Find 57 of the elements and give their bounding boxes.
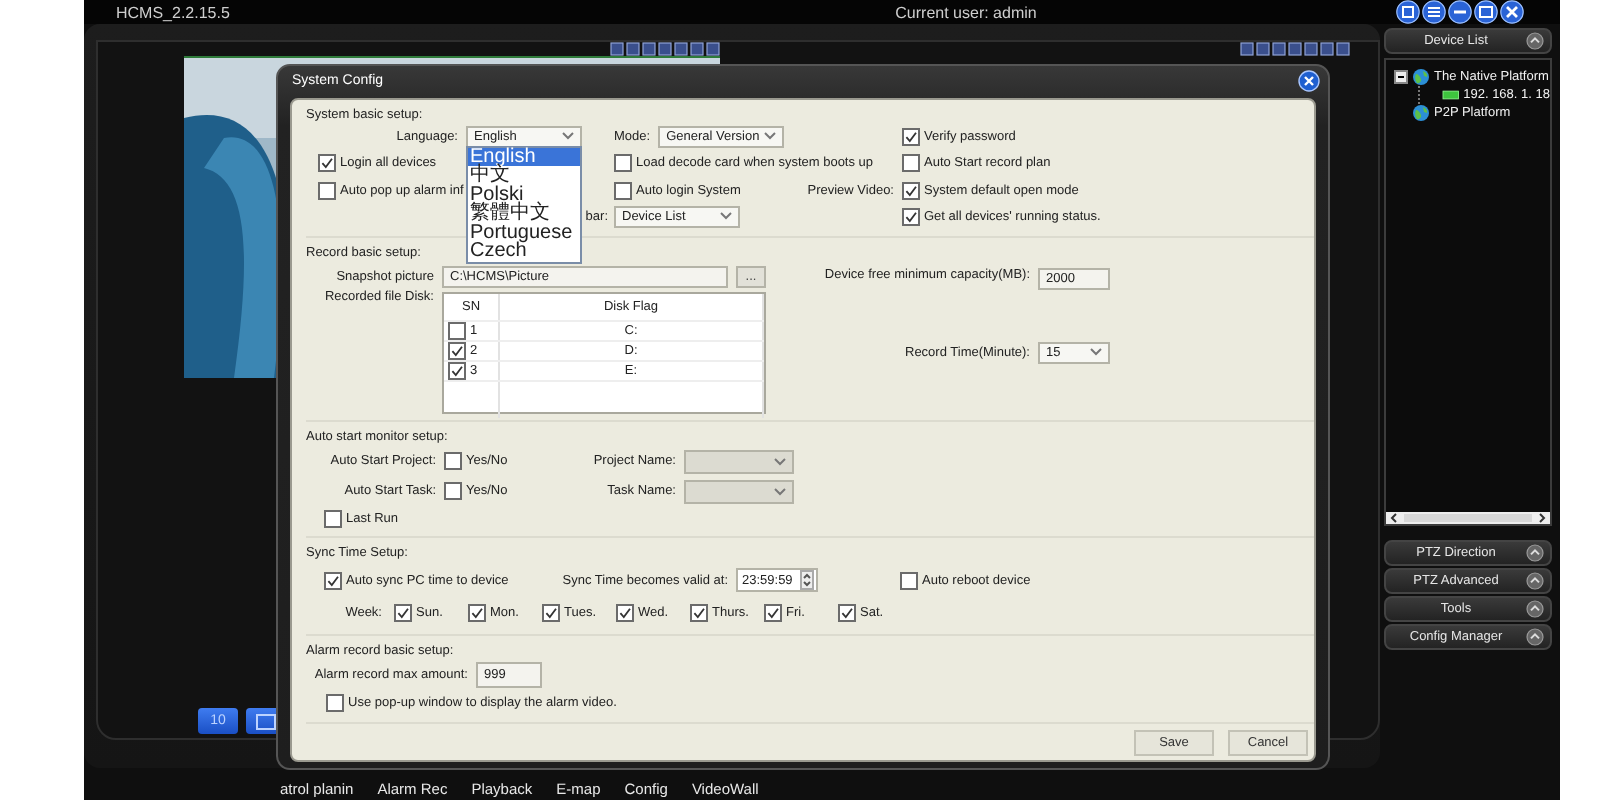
checkbox[interactable] <box>900 571 918 589</box>
checkbox[interactable] <box>448 362 466 380</box>
toggle-icon <box>1526 600 1544 618</box>
collapse-icon[interactable] <box>1394 70 1408 84</box>
device-icon <box>1441 90 1460 100</box>
checkbox[interactable] <box>902 154 920 173</box>
window-button[interactable] <box>1396 0 1420 24</box>
checkbox[interactable] <box>324 571 342 589</box>
toggle-icon <box>1526 572 1544 590</box>
checkbox[interactable] <box>326 693 344 711</box>
spinner-icon[interactable] <box>800 570 814 590</box>
dropdown-option[interactable]: Polski <box>468 185 580 205</box>
video-toolbar-drawing <box>1240 42 1350 56</box>
horizontal-scrollbar[interactable] <box>1386 512 1550 524</box>
caret-icon <box>720 212 732 221</box>
dropdown-option[interactable]: Portuguese <box>468 223 580 243</box>
checkbox[interactable] <box>318 154 336 173</box>
close-button[interactable] <box>1500 0 1524 24</box>
checkbox[interactable] <box>764 604 782 622</box>
checkbox[interactable] <box>318 181 336 200</box>
checkbox[interactable] <box>616 604 634 622</box>
window-button[interactable] <box>1422 0 1446 24</box>
dropdown-option[interactable]: English <box>468 147 580 167</box>
caret-icon <box>764 132 777 141</box>
checkbox[interactable] <box>468 604 486 622</box>
checkbox[interactable] <box>448 322 466 340</box>
minimize-button[interactable] <box>1448 0 1472 24</box>
toggle-icon <box>1526 544 1544 562</box>
dropdown-option[interactable]: 繁體中文 <box>468 204 580 224</box>
caret-icon <box>1090 348 1102 356</box>
close-button[interactable] <box>1298 70 1320 93</box>
caret-icon <box>774 457 786 465</box>
caret-icon <box>774 487 786 495</box>
checkbox[interactable] <box>690 604 708 622</box>
dropdown-option[interactable]: Czech <box>468 242 580 262</box>
checkbox[interactable] <box>838 604 856 622</box>
checkbox[interactable] <box>444 452 462 470</box>
checkbox[interactable] <box>444 482 462 500</box>
checkbox[interactable] <box>902 181 920 200</box>
checkbox[interactable] <box>614 154 632 173</box>
caret-icon <box>562 132 574 141</box>
toggle-icon <box>1526 32 1544 50</box>
maximize-button[interactable] <box>1474 0 1498 24</box>
globe-icon <box>1412 104 1430 122</box>
checkbox[interactable] <box>902 207 920 226</box>
toggle-icon <box>1526 628 1544 646</box>
checkbox[interactable] <box>324 509 342 527</box>
app-title: HCMS_2.2.15.5 <box>114 3 232 21</box>
checkbox[interactable] <box>902 127 920 146</box>
video-toolbar-drawing <box>610 42 720 56</box>
dropdown-option[interactable]: 中文 <box>468 166 580 186</box>
checkbox[interactable] <box>614 181 632 200</box>
current-user: Current user: admin <box>893 3 1039 21</box>
checkbox[interactable] <box>394 604 412 622</box>
globe-icon <box>1412 68 1430 86</box>
checkbox[interactable] <box>542 604 560 622</box>
checkbox[interactable] <box>448 342 466 360</box>
